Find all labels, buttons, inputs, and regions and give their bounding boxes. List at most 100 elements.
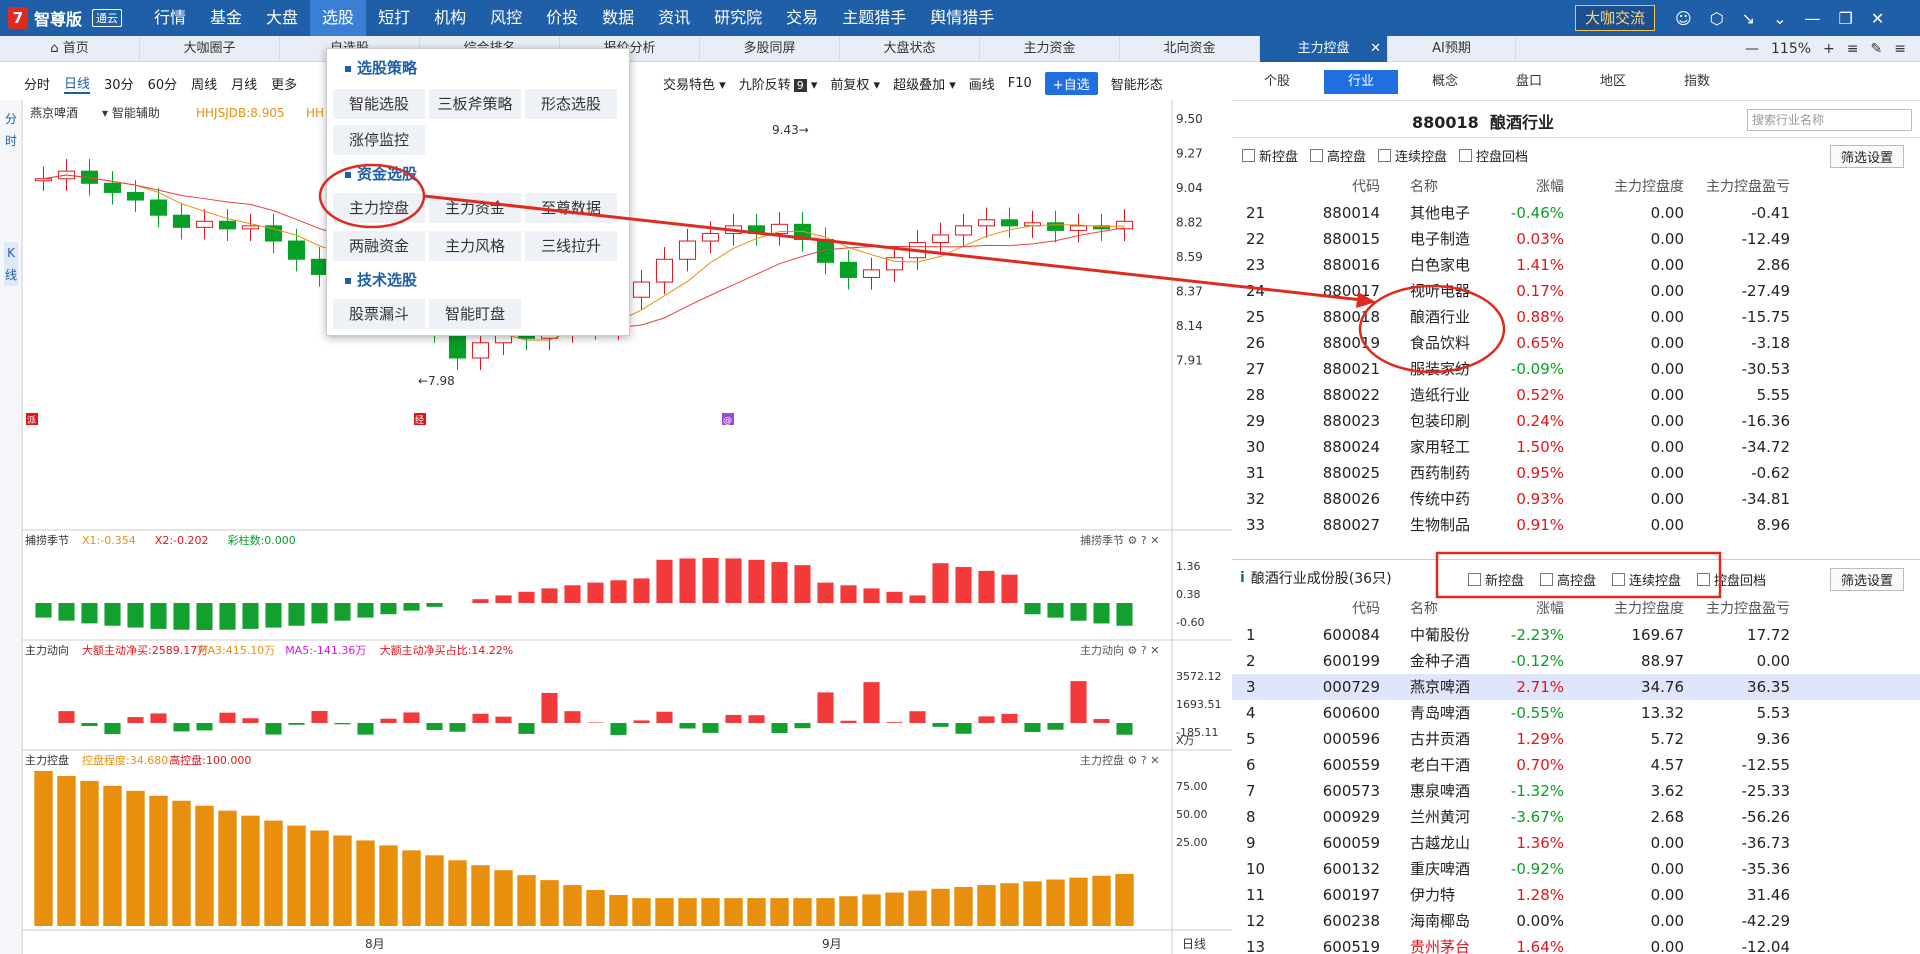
kline-switch[interactable]: K线 bbox=[4, 242, 18, 286]
chart-opt-1[interactable]: 九阶反转 9 ▾ bbox=[739, 74, 818, 93]
table-row[interactable]: 12 600238 海南椰岛 0.00% 0.00 -42.29 bbox=[1232, 908, 1920, 934]
right-tab-4[interactable]: 地区 bbox=[1576, 70, 1650, 94]
table-row[interactable]: 21 880014 其他电子 -0.46% 0.00 -0.41 bbox=[1232, 200, 1920, 226]
menu-item-10[interactable]: 研究院 bbox=[702, 0, 774, 36]
table-row[interactable]: 3 000729 燕京啤酒 2.71% 34.76 36.35 bbox=[1232, 674, 1920, 700]
tech-option-0[interactable]: 股票漏斗 bbox=[333, 299, 425, 329]
right-tab-1[interactable]: 行业 bbox=[1324, 70, 1398, 94]
period-5[interactable]: 月线 bbox=[231, 74, 257, 93]
close-icon[interactable]: ✕ bbox=[1871, 9, 1884, 28]
menu-item-12[interactable]: 主题猎手 bbox=[830, 0, 918, 36]
tab-9[interactable]: 主力控盘 ✕ bbox=[1260, 36, 1388, 62]
table-row[interactable]: 26 880019 食品饮料 0.65% 0.00 -3.18 bbox=[1232, 330, 1920, 356]
fund-option-2[interactable]: 至尊数据 bbox=[525, 193, 617, 223]
settings-icon[interactable]: ⬡ bbox=[1710, 9, 1724, 28]
menu-item-0[interactable]: 行情 bbox=[142, 0, 198, 36]
filter-checkbox-2[interactable]: 连续控盘 bbox=[1612, 570, 1681, 589]
menu-option-0[interactable]: 智能选股 bbox=[333, 89, 425, 119]
timeshare-switch[interactable]: 分时 bbox=[4, 108, 18, 152]
filter-checkbox-1[interactable]: 高控盘 bbox=[1310, 146, 1366, 165]
table-row[interactable]: 33 880027 生物制品 0.91% 0.00 8.96 bbox=[1232, 512, 1920, 538]
chart-opt-5[interactable]: F10 bbox=[1008, 76, 1032, 91]
filter-settings-button-2[interactable]: 筛选设置 bbox=[1830, 568, 1905, 591]
more-icon[interactable]: ≡ bbox=[1894, 41, 1906, 57]
table-row[interactable]: 31 880025 西药制药 0.95% 0.00 -0.62 bbox=[1232, 460, 1920, 486]
fund-option-1[interactable]: 主力资金 bbox=[429, 193, 521, 223]
menu-option-1[interactable]: 三板斧策略 bbox=[429, 89, 521, 119]
tab-5[interactable]: 多股同屏 bbox=[700, 36, 840, 62]
filter-checkbox-3[interactable]: 控盘回档 bbox=[1697, 570, 1766, 589]
period-3[interactable]: 60分 bbox=[148, 74, 178, 93]
tab-7[interactable]: 主力资金 bbox=[980, 36, 1120, 62]
filter-checkbox-2[interactable]: 连续控盘 bbox=[1378, 146, 1447, 165]
table-row[interactable]: 6 600559 老白干酒 0.70% 4.57 -12.55 bbox=[1232, 752, 1920, 778]
col-header[interactable]: 名称 bbox=[1380, 174, 1494, 200]
tab-1[interactable]: 大咖圈子 bbox=[140, 36, 280, 62]
right-tab-5[interactable]: 指数 bbox=[1660, 70, 1734, 94]
tech-option-1[interactable]: 智能盯盘 bbox=[429, 299, 521, 329]
add-watchlist-button[interactable]: +自选 bbox=[1044, 71, 1098, 95]
table-row[interactable]: 4 600600 青岛啤酒 -0.55% 13.32 5.53 bbox=[1232, 700, 1920, 726]
tab-6[interactable]: 大盘状态 bbox=[840, 36, 980, 62]
filter-checkbox-1[interactable]: 高控盘 bbox=[1540, 570, 1596, 589]
menu-item-3[interactable]: 选股 bbox=[310, 0, 367, 36]
menu-item-6[interactable]: 风控 bbox=[478, 0, 534, 36]
table-row[interactable]: 7 600573 惠泉啤酒 -1.32% 3.62 -25.33 bbox=[1232, 778, 1920, 804]
col-header[interactable]: 涨幅 bbox=[1494, 596, 1564, 622]
menu-item-9[interactable]: 资讯 bbox=[646, 0, 702, 36]
filter-checkbox-3[interactable]: 控盘回档 bbox=[1459, 146, 1528, 165]
table-row[interactable]: 10 600132 重庆啤酒 -0.92% 0.00 -35.36 bbox=[1232, 856, 1920, 882]
daka-button[interactable]: 大咖交流 bbox=[1575, 5, 1655, 31]
filter-checkbox-0[interactable]: 新控盘 bbox=[1242, 146, 1298, 165]
menu-item-11[interactable]: 交易 bbox=[774, 0, 830, 36]
collapse-icon[interactable]: ↘ bbox=[1742, 9, 1755, 28]
minimize-icon[interactable]: — bbox=[1804, 9, 1820, 28]
col-header[interactable]: 代码 bbox=[1280, 174, 1380, 200]
table-row[interactable]: 32 880026 传统中药 0.93% 0.00 -34.81 bbox=[1232, 486, 1920, 512]
right-tab-2[interactable]: 概念 bbox=[1408, 70, 1482, 94]
table-row[interactable]: 29 880023 包装印刷 0.24% 0.00 -16.36 bbox=[1232, 408, 1920, 434]
table-row[interactable]: 23 880016 白色家电 1.41% 0.00 2.86 bbox=[1232, 252, 1920, 278]
table-row[interactable]: 11 600197 伊力特 1.28% 0.00 31.46 bbox=[1232, 882, 1920, 908]
table-row[interactable]: 2 600199 金种子酒 -0.12% 88.97 0.00 bbox=[1232, 648, 1920, 674]
col-header[interactable]: 主力控盘盈亏 bbox=[1684, 174, 1804, 200]
fund-option-3[interactable]: 两融资金 bbox=[333, 231, 425, 261]
period-2[interactable]: 30分 bbox=[104, 74, 134, 93]
menu-item-4[interactable]: 短打 bbox=[366, 0, 422, 36]
period-1[interactable]: 日线 bbox=[64, 73, 91, 94]
fund-option-0[interactable]: 主力控盘 bbox=[333, 193, 425, 223]
table-row[interactable]: 27 880021 服装家纺 -0.09% 0.00 -30.53 bbox=[1232, 356, 1920, 382]
fund-option-5[interactable]: 三线拉升 bbox=[525, 231, 617, 261]
industry-search-input[interactable]: 搜索行业名称 bbox=[1747, 109, 1912, 131]
table-row[interactable]: 13 600519 贵州茅台 1.64% 0.00 -12.04 bbox=[1232, 934, 1920, 954]
edit-icon[interactable]: ✎ bbox=[1871, 41, 1883, 57]
table-row[interactable]: 25 880018 酿酒行业 0.88% 0.00 -15.75 bbox=[1232, 304, 1920, 330]
fund-option-4[interactable]: 主力风格 bbox=[429, 231, 521, 261]
period-6[interactable]: 更多 bbox=[271, 74, 297, 93]
table-row[interactable]: 22 880015 电子制造 0.03% 0.00 -12.49 bbox=[1232, 226, 1920, 252]
menu-item-7[interactable]: 价投 bbox=[534, 0, 590, 36]
table-row[interactable]: 8 000929 兰州黄河 -3.67% 2.68 -56.26 bbox=[1232, 804, 1920, 830]
period-4[interactable]: 周线 bbox=[191, 74, 217, 93]
chart-opt-4[interactable]: 画线 bbox=[969, 74, 995, 93]
period-0[interactable]: 分时 bbox=[24, 74, 50, 93]
right-tab-3[interactable]: 盘口 bbox=[1492, 70, 1566, 94]
table-row[interactable]: 28 880022 造纸行业 0.52% 0.00 5.55 bbox=[1232, 382, 1920, 408]
tab-10[interactable]: AI预期 bbox=[1388, 36, 1516, 62]
tab-close-icon[interactable]: ✕ bbox=[1370, 36, 1381, 62]
table-row[interactable]: 5 000596 古井贡酒 1.29% 5.72 9.36 bbox=[1232, 726, 1920, 752]
smart-pattern-button[interactable]: 智能形态 bbox=[1111, 74, 1163, 93]
menu-item-8[interactable]: 数据 bbox=[590, 0, 646, 36]
filter-settings-button[interactable]: 筛选设置 bbox=[1830, 145, 1905, 168]
col-header[interactable]: 代码 bbox=[1280, 596, 1380, 622]
menu-option-2[interactable]: 形态选股 bbox=[525, 89, 617, 119]
col-header[interactable]: 主力控盘度 bbox=[1564, 174, 1684, 200]
menu-item-13[interactable]: 舆情猎手 bbox=[918, 0, 1006, 36]
tab-8[interactable]: 北向资金 bbox=[1120, 36, 1260, 62]
table-row[interactable]: 24 880017 视听电器 0.17% 0.00 -27.49 bbox=[1232, 278, 1920, 304]
table-row[interactable]: 30 880024 家用轻工 1.50% 0.00 -34.72 bbox=[1232, 434, 1920, 460]
chart-opt-2[interactable]: 前复权 ▾ bbox=[830, 74, 880, 93]
menu-item-5[interactable]: 机构 bbox=[422, 0, 478, 36]
menu-item-2[interactable]: 大盘 bbox=[254, 0, 310, 36]
menu-option-3[interactable]: 涨停监控 bbox=[333, 125, 425, 155]
